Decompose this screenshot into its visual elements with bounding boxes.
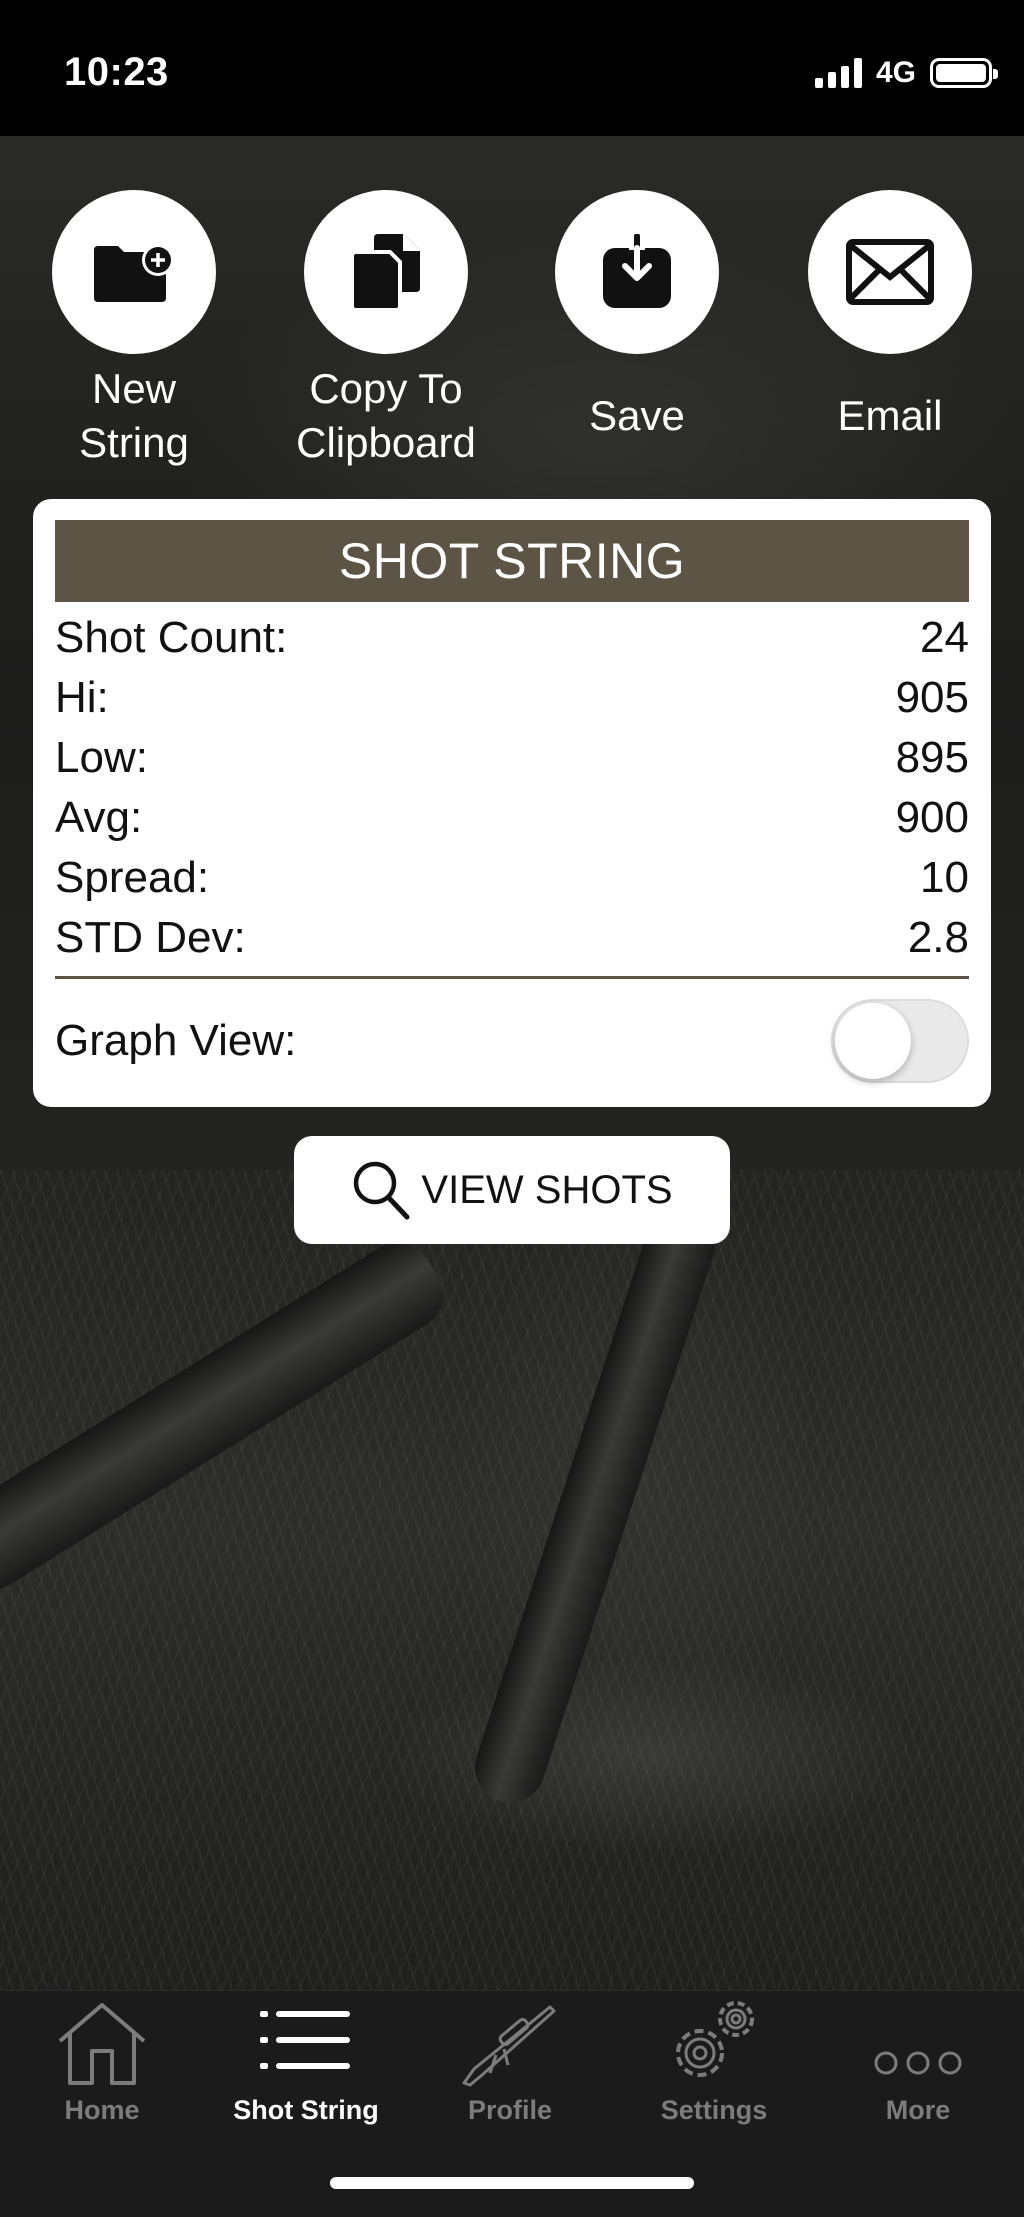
action-circle[interactable]	[52, 190, 216, 354]
view-shots-button[interactable]: VIEW SHOTS	[294, 1136, 730, 1244]
stat-label: Spread:	[55, 853, 210, 902]
gears-icon	[659, 1991, 769, 2087]
tab-label: Settings	[660, 2095, 768, 2125]
tab-home[interactable]: Home	[0, 1991, 204, 2141]
tab-label: More	[885, 2095, 951, 2125]
toggle-knob	[835, 1003, 911, 1079]
copy-to-clipboard-label: Copy To Clipboard	[296, 365, 476, 466]
tab-more[interactable]: More	[816, 1991, 1020, 2141]
tab-profile[interactable]: Profile	[408, 1991, 612, 2141]
tab-label: Shot String	[233, 2095, 379, 2125]
rifle-icon	[455, 1991, 565, 2087]
tab-label: Profile	[467, 2095, 553, 2125]
save-button[interactable]: Save	[512, 190, 762, 470]
stat-row-spread: Spread: 10	[55, 848, 969, 908]
stat-value: 24	[920, 613, 969, 662]
stat-label: Low:	[55, 733, 148, 782]
stat-label: Hi:	[55, 673, 109, 722]
envelope-icon	[846, 239, 934, 305]
stat-value: 900	[895, 793, 969, 842]
shot-string-card: SHOT STRING Shot Count: 24 Hi: 905 Low: …	[33, 499, 991, 1107]
action-circle[interactable]	[808, 190, 972, 354]
new-string-label: New String	[79, 365, 189, 466]
email-button[interactable]: Email	[765, 190, 1015, 470]
stat-row-avg: Avg: 900	[55, 788, 969, 848]
stat-row-low: Low: 895	[55, 728, 969, 788]
tab-label: Home	[64, 2095, 140, 2125]
stat-label: Avg:	[55, 793, 143, 842]
card-header: SHOT STRING	[55, 520, 969, 602]
copy-to-clipboard-button[interactable]: Copy To Clipboard	[261, 190, 511, 470]
stat-row-std-dev: STD Dev: 2.8	[55, 908, 969, 968]
tab-settings[interactable]: Settings	[612, 1991, 816, 2141]
home-icon	[47, 1991, 157, 2087]
battery-icon	[930, 58, 998, 88]
download-icon	[603, 234, 671, 308]
search-icon	[354, 1161, 410, 1220]
stat-row-shot-count: Shot Count: 24	[55, 608, 969, 668]
stat-label: Shot Count:	[55, 613, 288, 662]
stat-value: 895	[895, 733, 969, 782]
folder-plus-icon	[94, 244, 174, 302]
signal-icon	[814, 58, 862, 88]
graph-view-toggle[interactable]	[831, 999, 969, 1083]
email-label: Email	[837, 392, 943, 439]
grass-texture	[0, 1170, 1024, 1990]
save-label: Save	[589, 392, 685, 439]
network-type: 4G	[875, 56, 916, 89]
stat-value: 905	[895, 673, 969, 722]
home-indicator	[330, 2177, 694, 2189]
action-circle[interactable]	[304, 190, 468, 354]
stat-label: STD Dev:	[55, 913, 246, 962]
view-shots-label: VIEW SHOTS	[421, 1167, 673, 1212]
status-indicators: 4G	[814, 56, 998, 90]
more-dots-icon	[863, 1991, 973, 2087]
action-bar: New String Copy To Clipboard Save Email	[0, 190, 1024, 480]
tab-shot-string[interactable]: Shot String	[204, 1991, 408, 2141]
menu-lines-icon	[251, 1991, 361, 2087]
new-string-button[interactable]: New String	[9, 190, 259, 470]
app-screen: 10:23 4G New String Copy To Clipboard Sa…	[0, 0, 1024, 2217]
status-time: 10:23	[64, 50, 169, 94]
copy-icon	[350, 234, 420, 312]
graph-view-row: Graph View:	[55, 979, 969, 1103]
stat-row-hi: Hi: 905	[55, 668, 969, 728]
stat-value: 10	[920, 853, 969, 902]
stats-list: Shot Count: 24 Hi: 905 Low: 895 Avg: 900…	[55, 602, 969, 968]
action-circle[interactable]	[555, 190, 719, 354]
status-bar: 10:23 4G	[0, 0, 1024, 136]
stat-value: 2.8	[907, 913, 969, 962]
graph-view-label: Graph View:	[55, 1016, 297, 1065]
